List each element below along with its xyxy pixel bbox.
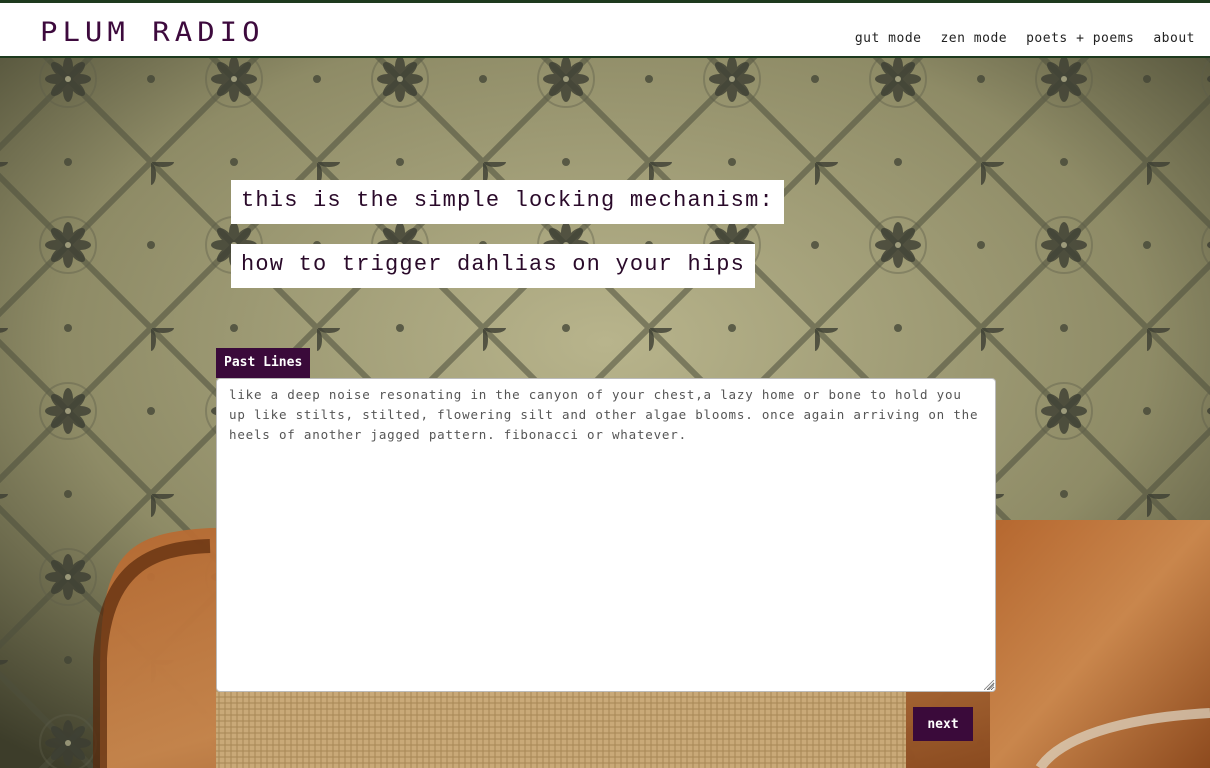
site-logo[interactable]: PLUM RADIO — [40, 16, 265, 47]
prompt-line-1: this is the simple locking mechanism: — [231, 180, 784, 224]
nav-gut-mode[interactable]: gut mode — [855, 31, 922, 46]
nav-poets-poems[interactable]: poets + poems — [1026, 31, 1134, 46]
main-nav: gut mode zen mode poets + poems about — [855, 31, 1195, 46]
nav-zen-mode[interactable]: zen mode — [940, 31, 1007, 46]
resize-handle-icon[interactable] — [984, 680, 994, 690]
past-lines-textarea[interactable]: like a deep noise resonating in the cany… — [216, 378, 996, 692]
site-header: PLUM RADIO gut mode zen mode poets + poe… — [0, 0, 1210, 58]
prompt-line-2: how to trigger dahlias on your hips — [231, 244, 756, 288]
past-lines-label: Past Lines — [216, 348, 311, 378]
next-button[interactable]: next — [913, 707, 973, 741]
nav-about[interactable]: about — [1153, 31, 1195, 46]
